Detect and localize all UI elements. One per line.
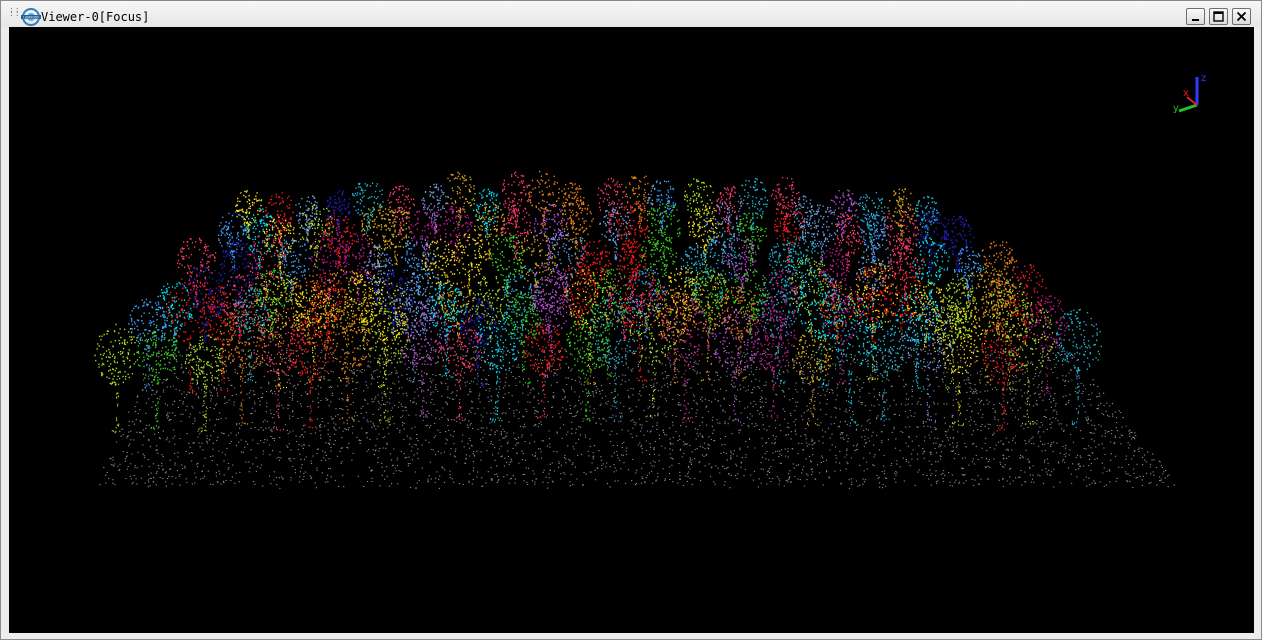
close-icon bbox=[1236, 11, 1247, 22]
tree-segment bbox=[94, 323, 139, 434]
axis-z-label: z bbox=[1201, 73, 1206, 84]
tree-segment bbox=[523, 323, 564, 419]
segmented-trees bbox=[94, 170, 1102, 434]
axis-gizmo[interactable]: z y x bbox=[1173, 73, 1206, 114]
tree-segment bbox=[128, 298, 168, 392]
tree-segment bbox=[888, 236, 924, 301]
title-bar[interactable]: :::: LiDAR360 Viewer-0[Focus] bbox=[1, 1, 1261, 27]
tree-segment bbox=[242, 207, 276, 270]
tree-segment bbox=[220, 240, 257, 309]
close-button[interactable] bbox=[1232, 8, 1251, 25]
tree-segment bbox=[711, 309, 760, 423]
tree-segment bbox=[451, 233, 488, 296]
tree-segment bbox=[883, 206, 920, 269]
window-title: Viewer-0[Focus] bbox=[41, 10, 150, 24]
tree-segment bbox=[502, 171, 532, 229]
tree-segment bbox=[792, 195, 817, 241]
tree-segment bbox=[640, 229, 678, 296]
tree-segment bbox=[501, 204, 531, 260]
tree-segment bbox=[935, 303, 972, 391]
tree-segment bbox=[806, 204, 839, 263]
axis-x-label: x bbox=[1183, 88, 1189, 99]
tree-segment bbox=[533, 204, 565, 261]
tree-segment bbox=[834, 214, 865, 271]
tree-segment bbox=[445, 171, 476, 228]
tree-segment bbox=[474, 203, 505, 260]
tree-segment bbox=[942, 277, 978, 338]
point-cloud-viewport[interactable]: z y x bbox=[9, 27, 1254, 633]
tree-segment bbox=[739, 178, 769, 234]
minimize-button[interactable] bbox=[1186, 8, 1205, 25]
tree-segment bbox=[736, 212, 768, 267]
tree-segment bbox=[606, 273, 645, 341]
tree-segment bbox=[361, 203, 396, 269]
tree-segment bbox=[292, 285, 335, 384]
tree-segment bbox=[770, 176, 801, 232]
tree-segment bbox=[954, 246, 985, 302]
tree-segment bbox=[399, 302, 448, 418]
tree-segment bbox=[855, 266, 893, 343]
tree-segment bbox=[530, 263, 569, 333]
tree-segment bbox=[263, 216, 296, 272]
tree-segment bbox=[408, 205, 442, 268]
point-cloud-scene[interactable]: z y x bbox=[9, 27, 1254, 633]
tree-segment bbox=[859, 212, 889, 264]
tree-segment bbox=[629, 303, 679, 417]
app-logo-icon: LiDAR360 bbox=[21, 8, 41, 26]
tree-segment bbox=[287, 317, 335, 430]
tree-segment bbox=[273, 239, 310, 299]
tree-segment bbox=[1055, 308, 1102, 426]
tree-segment bbox=[589, 293, 642, 421]
tree-segment bbox=[326, 190, 351, 236]
tree-segment bbox=[324, 269, 370, 383]
tree-segment bbox=[829, 189, 858, 238]
tree-segment bbox=[421, 183, 449, 233]
tree-segment bbox=[751, 310, 797, 419]
tree-segment bbox=[359, 299, 411, 423]
tree-segment bbox=[684, 270, 730, 382]
tree-segment bbox=[617, 240, 647, 293]
viewer-window: :::: LiDAR360 Viewer-0[Focus] z y x bbox=[0, 0, 1262, 640]
tree-segment bbox=[915, 207, 949, 272]
tree-segment bbox=[961, 263, 1012, 384]
tree-segment bbox=[856, 238, 892, 307]
logo-text: LiDAR360 bbox=[23, 16, 39, 20]
axis-y-label: y bbox=[1173, 103, 1179, 114]
minimize-icon bbox=[1192, 19, 1199, 21]
tree-segment bbox=[219, 311, 266, 426]
tree-segment bbox=[560, 199, 594, 260]
tree-segment bbox=[579, 239, 612, 297]
tree-segment bbox=[774, 204, 805, 264]
maximize-icon bbox=[1213, 11, 1224, 22]
maximize-button[interactable] bbox=[1209, 8, 1228, 25]
tree-segment bbox=[183, 266, 226, 344]
drag-grip-icon[interactable]: :::: bbox=[9, 6, 20, 18]
